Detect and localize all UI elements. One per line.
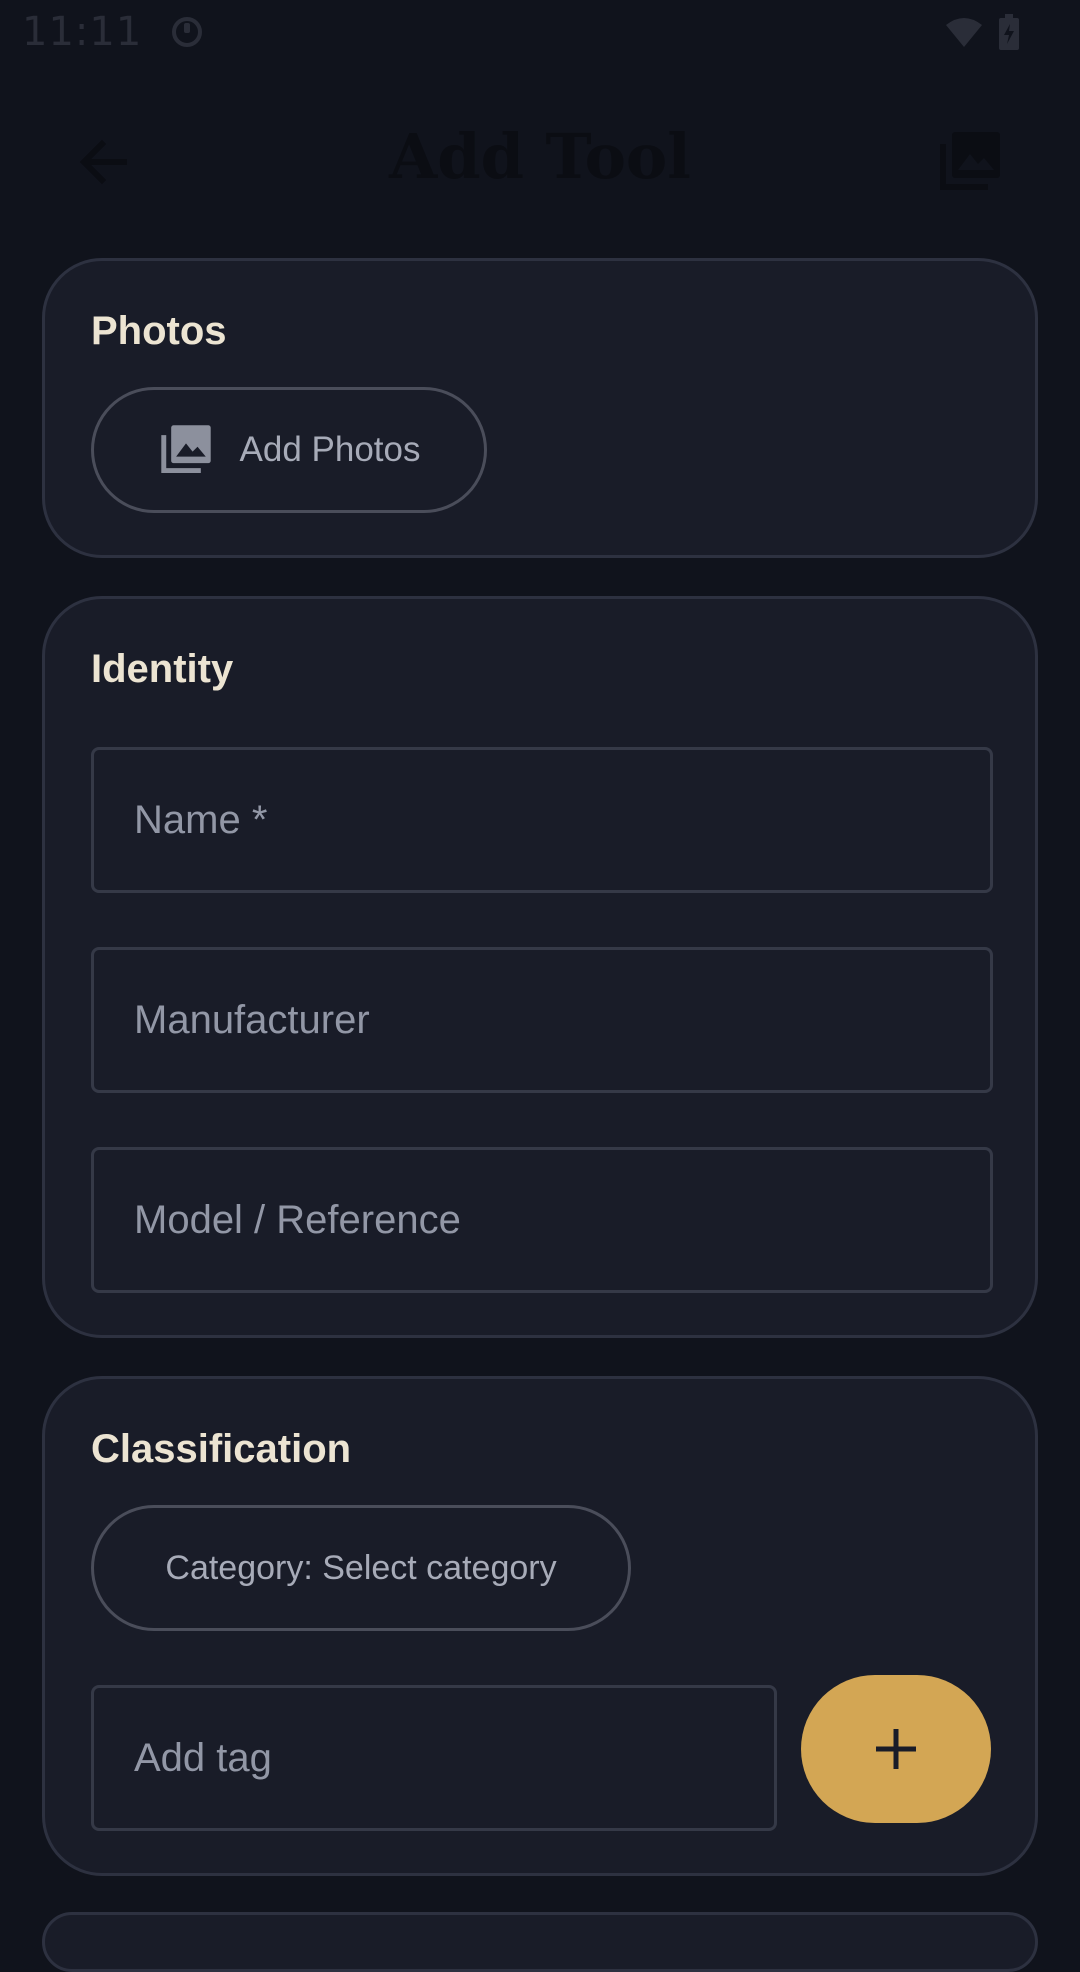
status-icons (944, 14, 1020, 50)
model-reference-field[interactable]: Model / Reference (91, 1147, 993, 1293)
status-bar: 11:11 (0, 0, 1080, 64)
add-photos-label: Add Photos (239, 430, 421, 469)
battery-icon (999, 14, 1019, 50)
name-placeholder: Name * (134, 797, 268, 842)
model-reference-placeholder: Model / Reference (134, 1197, 461, 1242)
identity-card: Identity Name * Manufacturer Model / Ref… (42, 596, 1038, 1338)
sync-icon (172, 17, 203, 47)
wifi-icon (946, 18, 982, 47)
category-select-button[interactable]: Category: Select category (91, 1505, 631, 1631)
classification-section-title: Classification (91, 1427, 352, 1471)
next-section-card (42, 1912, 1038, 1972)
photo-library-button[interactable] (936, 128, 1004, 196)
add-tag-button[interactable] (801, 1675, 991, 1823)
add-photos-button[interactable]: Add Photos (91, 387, 487, 513)
add-tag-field[interactable]: Add tag (91, 1685, 777, 1831)
identity-section-title: Identity (91, 647, 234, 691)
photo-library-icon (940, 132, 1000, 190)
photos-card: Photos Add Photos (42, 258, 1038, 558)
page-title: Add Tool (389, 120, 691, 193)
classification-card: Classification Category: Select category… (42, 1376, 1038, 1876)
photos-section-title: Photos (91, 309, 227, 353)
status-time: 11:11 (22, 9, 143, 55)
top-app-bar: Add Tool (0, 100, 1080, 220)
category-label: Category: Select category (165, 1548, 557, 1587)
manufacturer-field[interactable]: Manufacturer (91, 947, 993, 1093)
plus-icon (876, 1729, 916, 1769)
photo-library-icon (160, 425, 211, 474)
manufacturer-placeholder: Manufacturer (134, 997, 370, 1042)
name-field[interactable]: Name * (91, 747, 993, 893)
add-tag-placeholder: Add tag (134, 1735, 272, 1780)
